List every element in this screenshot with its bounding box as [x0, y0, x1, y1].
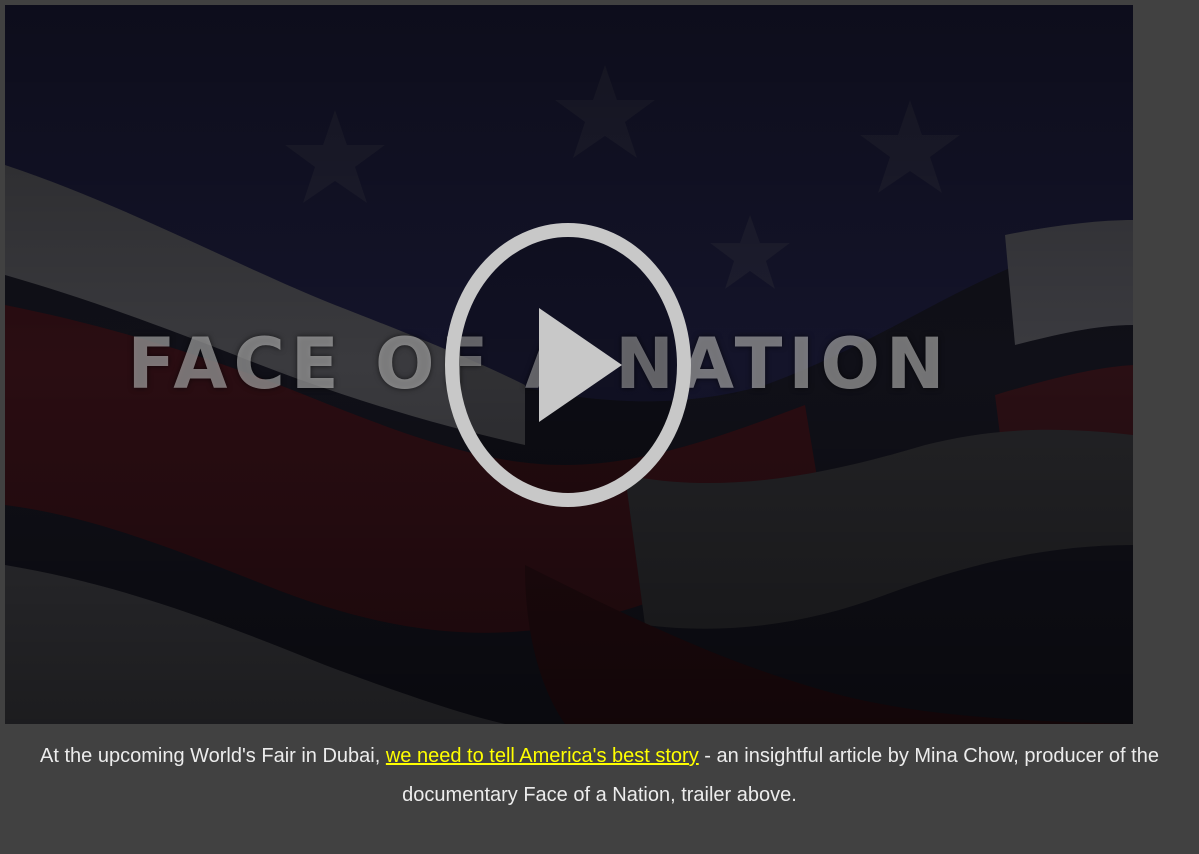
article-link[interactable]: we need to tell America's best story	[386, 745, 699, 767]
caption-text-intro: At the upcoming World's Fair in Dubai,	[40, 745, 386, 767]
video-player[interactable]: FACE OF A NATION	[5, 5, 1133, 724]
play-button[interactable]	[442, 220, 694, 510]
page: FACE OF A NATION At the upcoming World's…	[0, 0, 1199, 854]
play-circle-icon	[445, 223, 691, 507]
video-caption: At the upcoming World's Fair in Dubai, w…	[40, 737, 1159, 815]
